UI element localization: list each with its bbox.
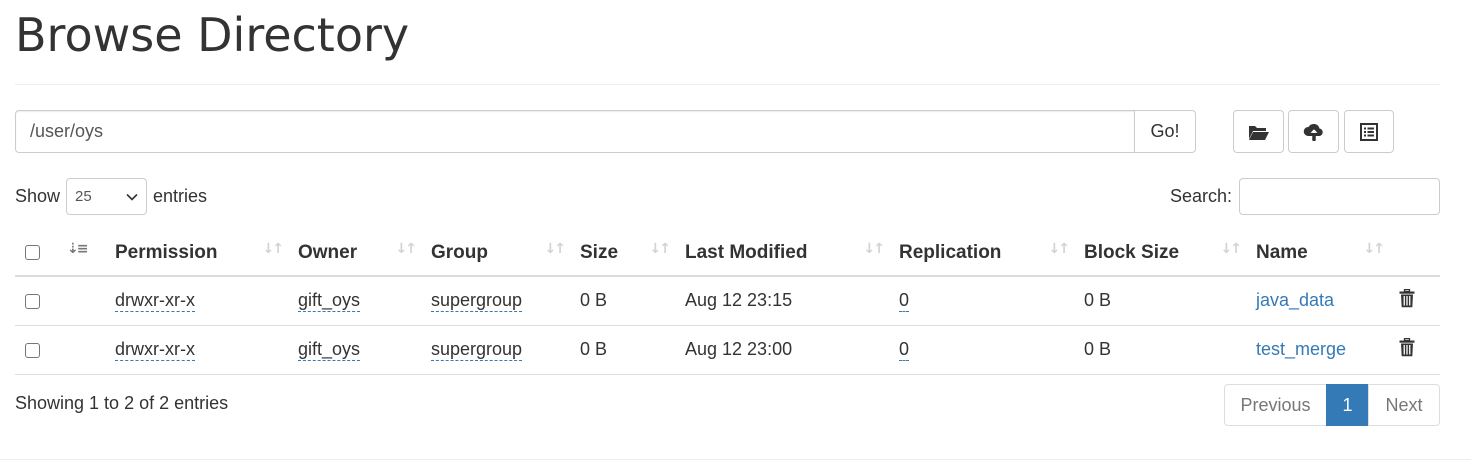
empty-cell <box>57 276 105 326</box>
list-alt-icon <box>1360 122 1378 141</box>
actions-cell <box>1389 325 1440 375</box>
entries-select-value: 25 <box>75 188 92 205</box>
actions-cell <box>1389 276 1440 326</box>
row-select-cell <box>15 276 57 326</box>
column-header-block-size[interactable]: Block Size ↓↑ <box>1074 230 1246 277</box>
last-modified-cell: Aug 12 23:00 <box>675 325 889 375</box>
sort-icon: ↓↑ <box>544 241 567 257</box>
permission-cell: drwxr-xr-x <box>105 325 288 375</box>
replication-cell: 0 <box>889 325 1074 375</box>
replication-cell: 0 <box>889 276 1074 326</box>
row-checkbox[interactable] <box>25 294 40 309</box>
entries-select[interactable]: 25 <box>66 178 148 215</box>
folder-open-icon <box>1248 123 1270 141</box>
upload-files-button[interactable] <box>1288 110 1339 153</box>
name-cell: test_merge <box>1246 325 1389 375</box>
empty-cell <box>57 325 105 375</box>
path-input[interactable] <box>15 110 1134 153</box>
show-label: Show <box>15 186 61 206</box>
permission-cell: drwxr-xr-x <box>105 276 288 326</box>
directory-table: ⇣≡ Permission ↓↑ Owner ↓↑ Group ↓↑ Size … <box>15 230 1440 375</box>
permission-value[interactable]: drwxr-xr-x <box>115 339 195 361</box>
table-header-row: ⇣≡ Permission ↓↑ Owner ↓↑ Group ↓↑ Size … <box>15 230 1440 277</box>
cloud-upload-icon <box>1303 122 1325 142</box>
column-header-permission[interactable]: Permission ↓↑ <box>105 230 288 277</box>
sort-icon: ↓↑ <box>262 241 285 257</box>
column-header-label: Name <box>1256 241 1308 263</box>
footer-divider <box>0 459 1471 460</box>
owner-cell: gift_oys <box>288 276 421 326</box>
name-cell: java_data <box>1246 276 1389 326</box>
entries-length-control: Show 25 entries <box>15 178 207 215</box>
column-header-size[interactable]: Size ↓↑ <box>570 230 675 277</box>
size-cell: 0 B <box>570 325 675 375</box>
entries-label: entries <box>153 186 208 206</box>
group-value[interactable]: supergroup <box>431 339 523 361</box>
sort-icon: ↓↑ <box>1048 241 1071 257</box>
next-button[interactable]: Next <box>1368 384 1440 426</box>
trash-icon[interactable] <box>1399 337 1415 362</box>
select-all-checkbox[interactable] <box>25 244 40 260</box>
owner-value[interactable]: gift_oys <box>298 290 361 313</box>
sort-column-header[interactable]: ⇣≡ <box>57 230 105 277</box>
actions-header <box>1389 230 1440 277</box>
sort-icon: ↓↑ <box>395 241 418 257</box>
search-control: Search: <box>1170 178 1440 215</box>
row-select-cell <box>15 325 57 375</box>
previous-button[interactable]: Previous <box>1224 384 1327 426</box>
size-cell: 0 B <box>570 276 675 326</box>
sort-asc-icon: ⇣≡ <box>67 241 89 257</box>
trash-icon[interactable] <box>1399 288 1415 313</box>
column-header-label: Owner <box>298 241 358 263</box>
sort-icon: ↓↑ <box>1363 241 1386 257</box>
column-header-label: Size <box>580 241 619 263</box>
block-size-cell: 0 B <box>1074 325 1246 375</box>
sort-icon: ↓↑ <box>863 241 886 257</box>
replication-value[interactable]: 0 <box>899 339 910 361</box>
replication-value[interactable]: 0 <box>899 290 910 313</box>
page-1-button[interactable]: 1 <box>1326 384 1369 426</box>
go-button[interactable]: Go! <box>1134 110 1196 153</box>
group-value[interactable]: supergroup <box>431 290 523 313</box>
directory-link[interactable]: java_data <box>1256 290 1334 310</box>
column-header-label: Permission <box>115 241 218 263</box>
column-header-group[interactable]: Group ↓↑ <box>421 230 570 277</box>
sort-icon: ↓↑ <box>1220 241 1243 257</box>
search-input[interactable] <box>1239 178 1440 215</box>
create-directory-button[interactable] <box>1233 110 1284 153</box>
group-cell: supergroup <box>421 276 570 326</box>
row-checkbox[interactable] <box>25 342 40 358</box>
permission-value[interactable]: drwxr-xr-x <box>115 290 195 313</box>
owner-value[interactable]: gift_oys <box>298 339 361 361</box>
table-row: drwxr-xr-x gift_oys supergroup 0 B Aug 1… <box>15 325 1440 375</box>
table-info: Showing 1 to 2 of 2 entries <box>15 393 229 413</box>
table-row: drwxr-xr-x gift_oys supergroup 0 B Aug 1… <box>15 276 1440 326</box>
last-modified-cell: Aug 12 23:15 <box>675 276 889 326</box>
column-header-label: Last Modified <box>685 241 808 263</box>
column-header-owner[interactable]: Owner ↓↑ <box>288 230 421 277</box>
path-bar: Go! <box>15 110 1196 153</box>
title-divider <box>15 84 1440 85</box>
column-header-last-modified[interactable]: Last Modified ↓↑ <box>675 230 889 277</box>
pagination: Previous 1 Next <box>1224 384 1440 426</box>
search-label: Search: <box>1169 186 1232 206</box>
column-header-label: Group <box>431 241 488 263</box>
sort-icon: ↓↑ <box>649 241 672 257</box>
column-header-label: Replication <box>899 241 1002 263</box>
directory-link[interactable]: test_merge <box>1256 339 1346 359</box>
cut-paste-button[interactable] <box>1344 110 1394 153</box>
group-cell: supergroup <box>421 325 570 375</box>
owner-cell: gift_oys <box>288 325 421 375</box>
column-header-label: Block Size <box>1084 241 1180 263</box>
chevron-down-icon <box>126 188 138 205</box>
select-all-header <box>15 230 57 277</box>
page-title: Browse Directory <box>15 8 410 62</box>
column-header-name[interactable]: Name ↓↑ <box>1246 230 1389 277</box>
block-size-cell: 0 B <box>1074 276 1246 326</box>
column-header-replication[interactable]: Replication ↓↑ <box>889 230 1074 277</box>
